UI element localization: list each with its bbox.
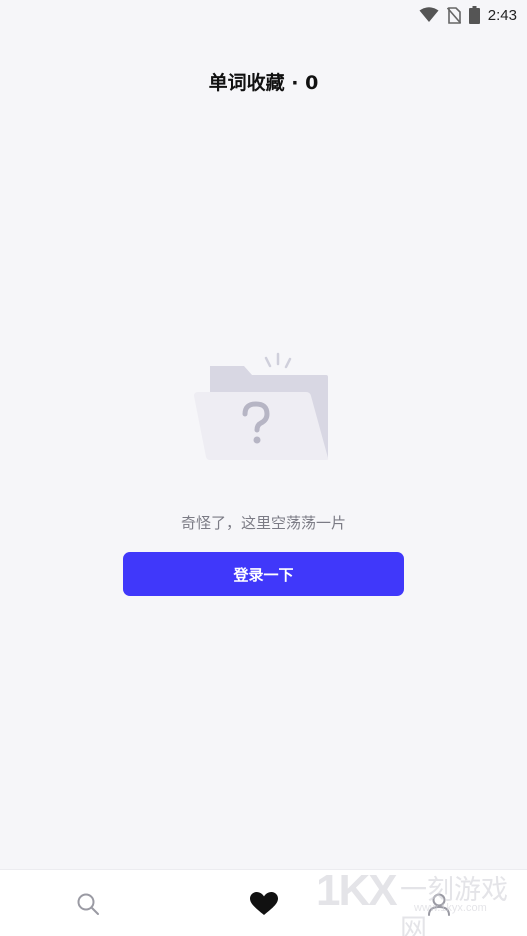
empty-message: 奇怪了，这里空荡荡一片 bbox=[180, 514, 346, 532]
bottom-nav bbox=[0, 869, 527, 936]
nav-profile[interactable] bbox=[351, 870, 526, 936]
person-icon bbox=[427, 893, 450, 916]
battery-icon bbox=[468, 6, 480, 24]
no-sim-icon bbox=[446, 6, 461, 24]
status-bar: 2:43 bbox=[0, 0, 527, 30]
nav-search[interactable] bbox=[0, 870, 175, 936]
login-button[interactable]: 登录一下 bbox=[123, 552, 404, 596]
wifi-icon bbox=[419, 7, 439, 22]
page-title: 单词收藏 · 0 bbox=[208, 72, 319, 94]
clock: 2:43 bbox=[487, 6, 517, 24]
nav-favorites[interactable] bbox=[176, 870, 351, 936]
heart-icon bbox=[249, 891, 278, 915]
search-icon bbox=[77, 893, 99, 915]
empty-folder-icon bbox=[194, 352, 329, 460]
